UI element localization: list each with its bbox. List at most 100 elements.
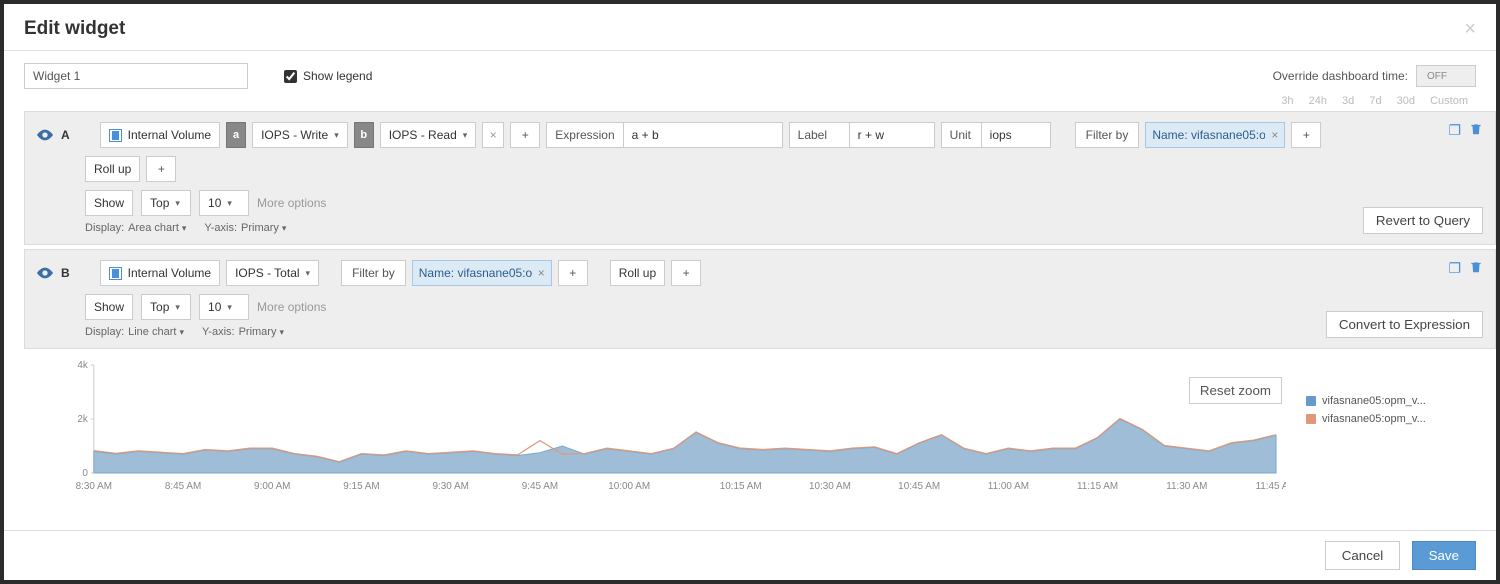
- close-icon[interactable]: ×: [1464, 19, 1476, 39]
- svg-text:10:45 AM: 10:45 AM: [898, 481, 940, 492]
- metric-a-select[interactable]: IOPS - Write▾: [252, 122, 348, 148]
- filter-tag-a[interactable]: Name: vifasnane05:op×: [1145, 122, 1285, 148]
- top-bar: Show legend Override dashboard time: OFF: [4, 51, 1496, 95]
- label-input[interactable]: r + w: [849, 122, 935, 148]
- label-label: Label: [789, 122, 849, 148]
- duplicate-query-a-icon[interactable]: ❐: [1448, 122, 1461, 139]
- legend-swatch-0: [1306, 396, 1316, 406]
- top-b-select[interactable]: Top▾: [141, 294, 191, 320]
- legend-label-0: vifasnane05:opm_v...: [1322, 395, 1426, 407]
- remove-filter-a-icon[interactable]: ×: [1271, 128, 1278, 142]
- remove-filter-b-icon[interactable]: ×: [538, 266, 545, 280]
- rollup-b-button[interactable]: Roll up: [610, 260, 665, 286]
- show-legend-label: Show legend: [303, 69, 372, 83]
- svg-text:11:30 AM: 11:30 AM: [1166, 481, 1207, 492]
- add-filter-b-button[interactable]: +: [558, 260, 588, 286]
- svg-text:11:15 AM: 11:15 AM: [1077, 481, 1118, 492]
- override-time-label: Override dashboard time:: [1273, 69, 1408, 83]
- query-b-block: ❐ B Internal Volume IOPS - Total▾ Filter…: [24, 249, 1496, 349]
- svg-text:10:00 AM: 10:00 AM: [608, 481, 650, 492]
- entity-select-b[interactable]: Internal Volume: [100, 260, 220, 286]
- reset-zoom-button[interactable]: Reset zoom: [1189, 377, 1282, 404]
- svg-text:8:45 AM: 8:45 AM: [165, 481, 201, 492]
- filter-by-label-a: Filter by: [1075, 122, 1140, 148]
- legend-item-0[interactable]: vifasnane05:opm_v...: [1306, 395, 1466, 407]
- time-custom[interactable]: Custom: [1430, 95, 1468, 107]
- topn-b-select[interactable]: 10▾: [199, 294, 249, 320]
- add-rollup-a-button[interactable]: +: [146, 156, 176, 182]
- filter-tag-b[interactable]: Name: vifasnane05:op×: [412, 260, 552, 286]
- time-30d[interactable]: 30d: [1397, 95, 1415, 107]
- delete-query-a-icon[interactable]: [1469, 122, 1483, 139]
- yaxis-label-a: Y-axis:: [204, 222, 237, 234]
- time-3d[interactable]: 3d: [1342, 95, 1354, 107]
- sub-b-badge: b: [354, 122, 374, 148]
- top-a-select[interactable]: Top▾: [141, 190, 191, 216]
- legend-label-1: vifasnane05:opm_v...: [1322, 413, 1426, 425]
- yaxis-select-b[interactable]: Primary▾: [239, 326, 284, 338]
- filter-by-label-b: Filter by: [341, 260, 406, 286]
- volume-icon: [109, 129, 122, 142]
- modal-header: Edit widget ×: [4, 4, 1496, 51]
- expression-input[interactable]: a + b: [623, 122, 783, 148]
- query-a-letter: A: [61, 128, 70, 142]
- cancel-button[interactable]: Cancel: [1325, 541, 1401, 570]
- svg-text:11:00 AM: 11:00 AM: [988, 481, 1029, 492]
- entity-select-a[interactable]: Internal Volume: [100, 122, 220, 148]
- save-button[interactable]: Save: [1412, 541, 1476, 570]
- metric-b-select-main[interactable]: IOPS - Total▾: [226, 260, 319, 286]
- show-legend-input[interactable]: [284, 70, 297, 83]
- svg-text:0: 0: [82, 468, 88, 479]
- display-label-a: Display:: [85, 222, 124, 234]
- add-rollup-b-button[interactable]: +: [671, 260, 701, 286]
- edit-widget-modal: Edit widget × Show legend Override dashb…: [4, 4, 1496, 580]
- query-b-letter: B: [61, 266, 70, 280]
- revert-to-query-button[interactable]: Revert to Query: [1363, 207, 1483, 234]
- legend: vifasnane05:opm_v... vifasnane05:opm_v..…: [1306, 359, 1466, 499]
- legend-item-1[interactable]: vifasnane05:opm_v...: [1306, 413, 1466, 425]
- time-7d[interactable]: 7d: [1369, 95, 1381, 107]
- time-24h[interactable]: 24h: [1309, 95, 1327, 107]
- svg-text:2k: 2k: [77, 414, 88, 425]
- more-options-a[interactable]: More options: [257, 196, 326, 210]
- modal-title: Edit widget: [24, 18, 125, 40]
- delete-query-b-icon[interactable]: [1469, 260, 1483, 277]
- svg-text:9:15 AM: 9:15 AM: [343, 481, 379, 492]
- modal-footer: Cancel Save: [4, 530, 1496, 580]
- override-time-toggle[interactable]: OFF: [1416, 65, 1476, 87]
- query-a-block: ❐ A Internal Volume a IOPS - Write▾ b IO…: [24, 111, 1496, 245]
- svg-text:10:15 AM: 10:15 AM: [720, 481, 762, 492]
- show-b-select[interactable]: Show: [85, 294, 133, 320]
- show-legend-checkbox[interactable]: Show legend: [284, 69, 372, 83]
- svg-text:9:45 AM: 9:45 AM: [522, 481, 558, 492]
- unit-input[interactable]: iops: [981, 122, 1051, 148]
- eye-icon-b[interactable]: [37, 267, 53, 279]
- widget-name-input[interactable]: [24, 63, 248, 89]
- add-metric-button[interactable]: +: [510, 122, 540, 148]
- time-range-presets: 3h 24h 3d 7d 30d Custom: [4, 95, 1496, 111]
- yaxis-label-b: Y-axis:: [202, 326, 235, 338]
- svg-text:9:00 AM: 9:00 AM: [254, 481, 290, 492]
- time-3h[interactable]: 3h: [1281, 95, 1293, 107]
- metric-b-select[interactable]: IOPS - Read▾: [380, 122, 477, 148]
- show-a-select[interactable]: Show: [85, 190, 133, 216]
- svg-text:11:45 AM: 11:45 AM: [1255, 481, 1286, 492]
- legend-swatch-1: [1306, 414, 1316, 424]
- convert-to-expression-button[interactable]: Convert to Expression: [1326, 311, 1483, 338]
- eye-icon[interactable]: [37, 129, 53, 141]
- expression-label: Expression: [546, 122, 622, 148]
- rollup-a-button[interactable]: Roll up: [85, 156, 140, 182]
- duplicate-query-b-icon[interactable]: ❐: [1448, 260, 1461, 277]
- remove-metric-b-button[interactable]: ×: [482, 122, 504, 148]
- chart-svg: 02k4k8:30 AM8:45 AM9:00 AM9:15 AM9:30 AM…: [64, 359, 1286, 499]
- more-options-b[interactable]: More options: [257, 300, 326, 314]
- yaxis-select-a[interactable]: Primary▾: [241, 222, 286, 234]
- add-filter-a-button[interactable]: +: [1291, 122, 1321, 148]
- topn-a-select[interactable]: 10▾: [199, 190, 249, 216]
- svg-text:4k: 4k: [77, 360, 88, 371]
- display-label-b: Display:: [85, 326, 124, 338]
- display-select-a[interactable]: Area chart▾: [128, 222, 186, 234]
- query-scroll-area[interactable]: ❐ A Internal Volume a IOPS - Write▾ b IO…: [4, 111, 1496, 530]
- display-select-b[interactable]: Line chart▾: [128, 326, 184, 338]
- chart-container: Reset zoom 02k4k8:30 AM8:45 AM9:00 AM9:1…: [24, 353, 1496, 509]
